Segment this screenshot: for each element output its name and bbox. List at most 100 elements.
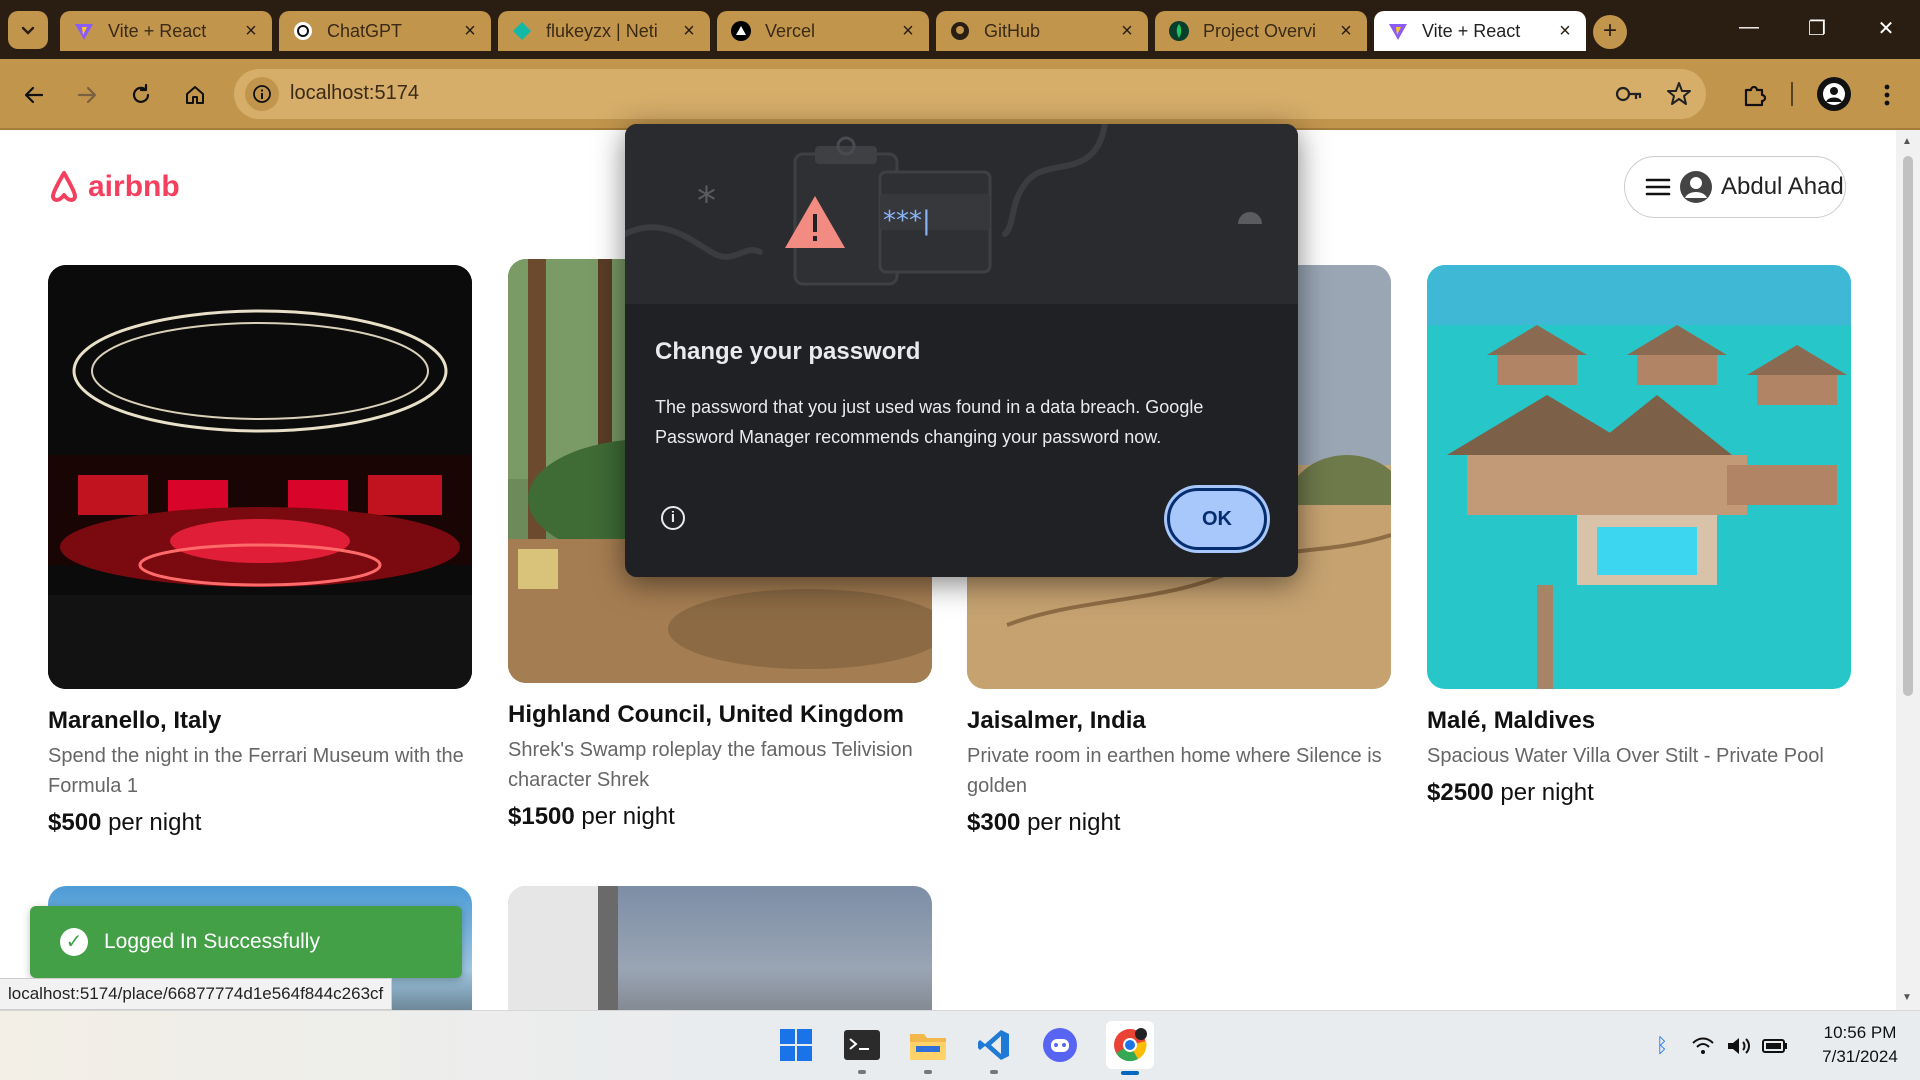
github-icon: [950, 21, 970, 41]
close-tab-icon[interactable]: ×: [1556, 20, 1574, 43]
listing-description: Spacious Water Villa Over Stilt - Privat…: [1427, 745, 1824, 767]
windows-start-icon[interactable]: [776, 1025, 816, 1065]
tab-netlify[interactable]: flukeyzx | Neti ×: [498, 11, 710, 51]
tab-vercel[interactable]: Vercel ×: [717, 11, 929, 51]
ok-button[interactable]: OK: [1167, 488, 1267, 550]
close-tab-icon[interactable]: ×: [242, 20, 260, 43]
price-unit: per night: [108, 809, 202, 836]
tab-github[interactable]: GitHub ×: [936, 11, 1148, 51]
close-tab-icon[interactable]: ×: [1118, 20, 1136, 43]
terminal-icon[interactable]: [842, 1025, 882, 1074]
price-unit: per night: [1027, 809, 1121, 836]
minimize-icon[interactable]: —: [1729, 16, 1769, 39]
scroll-up-icon[interactable]: ▲: [1902, 136, 1912, 147]
tab-title: Vercel: [765, 20, 816, 41]
tab-project-overview[interactable]: Project Overvi ×: [1155, 11, 1367, 51]
price-unit: per night: [581, 803, 675, 830]
price-amount: $500: [48, 809, 102, 836]
tab-title: Vite + React: [1422, 20, 1521, 41]
listing-price: $2500 per night: [1427, 779, 1851, 807]
tab-title: GitHub: [984, 20, 1041, 41]
listing-image: [1427, 265, 1851, 689]
dialog-body: The password that you just used was foun…: [655, 397, 1204, 447]
key-icon[interactable]: [1615, 81, 1643, 112]
vite-icon: [74, 21, 94, 41]
price-amount: $300: [967, 809, 1021, 836]
home-button[interactable]: [179, 79, 211, 111]
user-menu-button[interactable]: Abdul Ahad: [1624, 156, 1846, 218]
checkmark-icon: ✓: [60, 928, 88, 956]
bookmark-star-icon[interactable]: [1666, 81, 1692, 112]
restore-icon[interactable]: ❐: [1797, 16, 1837, 41]
windows-taskbar: ᛒ 10:56 PM 7/31/2024: [0, 1010, 1920, 1080]
price-amount: $1500: [508, 803, 575, 830]
listing-description: Private room in earthen home where Silen…: [967, 745, 1382, 797]
user-avatar-icon: [1680, 171, 1712, 203]
tab-search-button[interactable]: [8, 11, 48, 49]
user-icon: [1823, 83, 1845, 105]
tab-chatgpt[interactable]: ChatGPT ×: [279, 11, 491, 51]
kebab-menu-icon: [1884, 84, 1890, 106]
listing-location: Maranello, Italy: [48, 707, 222, 734]
extensions-button[interactable]: [1739, 79, 1771, 111]
address-url: localhost:5174: [290, 82, 419, 104]
vscode-icon[interactable]: [974, 1025, 1014, 1074]
wifi-icon[interactable]: [1689, 1033, 1717, 1059]
reload-icon: [132, 83, 150, 103]
profile-avatar[interactable]: [1817, 77, 1851, 111]
volume-icon[interactable]: [1725, 1033, 1753, 1059]
toast-message: Logged In Successfully: [104, 930, 320, 953]
dialog-illustration: * ***|: [625, 124, 1298, 304]
scrollbar-thumb[interactable]: [1903, 156, 1913, 696]
close-window-icon[interactable]: ✕: [1866, 16, 1906, 41]
price-amount: $2500: [1427, 779, 1494, 806]
listing-description: Spend the night in the Ferrari Museum wi…: [48, 745, 464, 797]
listing-card[interactable]: Malé, Maldives Spacious Water Villa Over…: [1427, 265, 1851, 807]
airbnb-logo[interactable]: airbnb: [48, 170, 180, 204]
close-tab-icon[interactable]: ×: [461, 20, 479, 43]
vite-icon: [1388, 21, 1408, 41]
tab-title: flukeyzx | Neti: [546, 20, 658, 41]
chatgpt-icon: [293, 21, 313, 41]
tab-vite-react-active[interactable]: Vite + React ×: [1374, 11, 1586, 51]
info-icon[interactable]: i: [661, 506, 685, 530]
listing-location: Highland Council, United Kingdom: [508, 701, 904, 728]
listing-price: $1500 per night: [508, 803, 932, 831]
close-tab-icon[interactable]: ×: [680, 20, 698, 43]
password-breach-dialog: * ***| Change your password The password…: [625, 124, 1298, 577]
svg-text:*: *: [697, 179, 716, 223]
tab-title: Vite + React: [108, 20, 207, 41]
page-scrollbar[interactable]: ▲ ▼: [1896, 130, 1920, 1010]
tab-vite-react[interactable]: Vite + React ×: [60, 11, 272, 51]
system-clock[interactable]: 10:56 PM 7/31/2024: [1805, 1021, 1915, 1069]
dialog-title: Change your password: [655, 338, 921, 365]
link-status-bar: localhost:5174/place/66877774d1e564f844c…: [0, 978, 393, 1010]
discord-icon[interactable]: [1040, 1025, 1080, 1065]
close-tab-icon[interactable]: ×: [899, 20, 917, 43]
success-toast[interactable]: ✓ Logged In Successfully: [30, 906, 462, 978]
toolbar-divider: [1791, 82, 1793, 106]
listing-card[interactable]: Maranello, Italy Spend the night in the …: [48, 265, 472, 837]
listing-card-partial[interactable]: [508, 886, 932, 1010]
reload-button[interactable]: [125, 79, 157, 111]
forward-button[interactable]: [71, 79, 103, 111]
password-mask-text: ***|: [883, 206, 931, 236]
vercel-icon: [731, 21, 751, 41]
listing-description: Shrek's Swamp roleplay the famous Telivi…: [508, 739, 913, 791]
bluetooth-icon[interactable]: ᛒ: [1648, 1033, 1676, 1059]
new-tab-button[interactable]: +: [1593, 15, 1627, 49]
site-info-icon[interactable]: [245, 77, 279, 111]
mongodb-icon: [1169, 21, 1189, 41]
file-explorer-icon[interactable]: [908, 1025, 948, 1074]
hamburger-menu-icon: [1645, 178, 1671, 196]
clock-time: 10:56 PM: [1823, 1023, 1897, 1042]
airbnb-logo-icon: [51, 171, 77, 202]
address-bar[interactable]: localhost:5174: [234, 69, 1706, 119]
scroll-down-icon[interactable]: ▼: [1902, 992, 1912, 1003]
battery-icon[interactable]: [1761, 1033, 1789, 1059]
listing-location: Malé, Maldives: [1427, 707, 1596, 734]
browser-menu-button[interactable]: [1871, 79, 1903, 111]
chrome-icon[interactable]: [1106, 1021, 1154, 1075]
back-button[interactable]: [18, 79, 50, 111]
close-tab-icon[interactable]: ×: [1337, 20, 1355, 43]
